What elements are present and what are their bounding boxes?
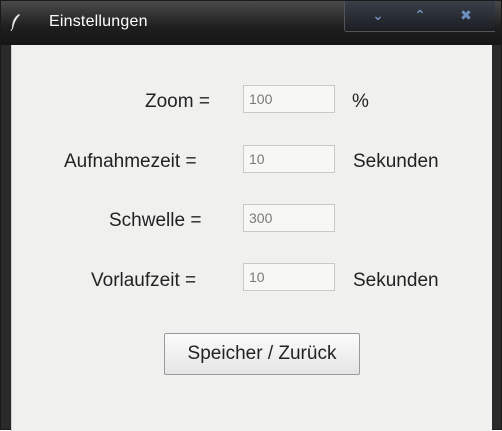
feather-icon <box>9 13 23 32</box>
maximize-icon[interactable]: ⌃ <box>403 5 437 25</box>
title-bar[interactable]: Einstellungen ⌄ ⌃ ✖ <box>1 1 501 45</box>
window-title: Einstellungen <box>49 13 148 30</box>
close-icon[interactable]: ✖ <box>449 5 483 25</box>
zoom-unit: % <box>352 91 369 112</box>
aufnahmezeit-unit: Sekunden <box>353 151 439 172</box>
save-back-button[interactable]: Speicher / Zurück <box>164 333 360 375</box>
zoom-label: Zoom = <box>145 91 210 112</box>
minimize-icon[interactable]: ⌄ <box>361 5 395 25</box>
settings-window: Einstellungen ⌄ ⌃ ✖ Zoom = 100 % Aufnahm… <box>0 0 502 431</box>
vorlaufzeit-input[interactable]: 10 <box>243 263 335 291</box>
vorlaufzeit-unit: Sekunden <box>353 270 439 291</box>
zoom-input[interactable]: 100 <box>243 85 335 113</box>
schwelle-input[interactable]: 300 <box>243 204 335 232</box>
schwelle-label: Schwelle = <box>109 210 202 231</box>
aufnahmezeit-input[interactable]: 10 <box>243 145 335 173</box>
settings-form: Zoom = 100 % Aufnahmezeit = 10 Sekunden … <box>11 45 492 431</box>
aufnahmezeit-label: Aufnahmezeit = <box>64 151 197 172</box>
window-controls: ⌄ ⌃ ✖ <box>344 1 495 32</box>
vorlaufzeit-label: Vorlaufzeit = <box>91 270 197 291</box>
